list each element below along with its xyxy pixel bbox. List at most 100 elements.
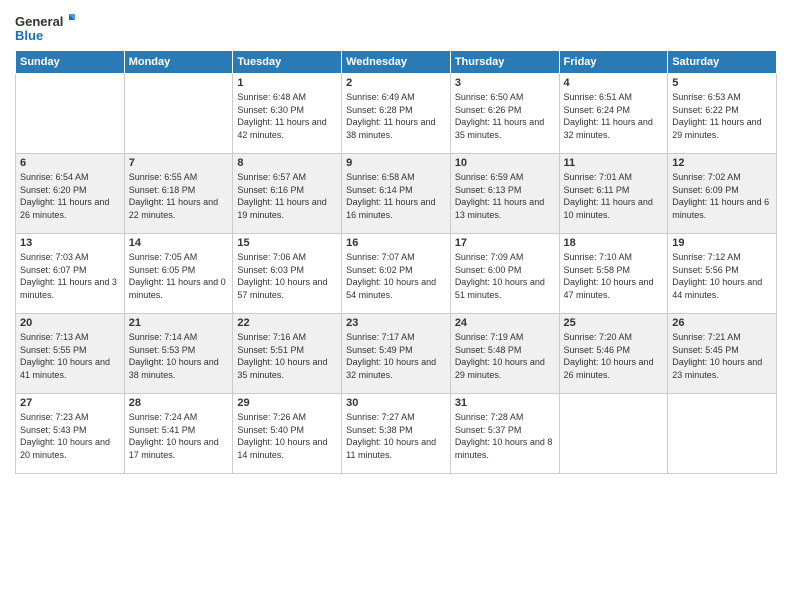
logo-svg: General Blue	[15, 10, 75, 46]
calendar-cell: 20 Sunrise: 7:13 AM Sunset: 5:55 PM Dayli…	[16, 314, 125, 394]
calendar-cell: 11 Sunrise: 7:01 AM Sunset: 6:11 PM Dayli…	[559, 154, 668, 234]
calendar-cell: 22 Sunrise: 7:16 AM Sunset: 5:51 PM Dayli…	[233, 314, 342, 394]
table-row: 13 Sunrise: 7:03 AM Sunset: 6:07 PM Dayli…	[16, 234, 777, 314]
svg-text:General: General	[15, 14, 63, 29]
day-number: 2	[346, 77, 446, 89]
calendar-cell: 25 Sunrise: 7:20 AM Sunset: 5:46 PM Dayli…	[559, 314, 668, 394]
calendar-cell: 4 Sunrise: 6:51 AM Sunset: 6:24 PM Daylig…	[559, 74, 668, 154]
day-number: 6	[20, 157, 120, 169]
day-info: Sunrise: 6:59 AM Sunset: 6:13 PM Dayligh…	[455, 171, 555, 221]
day-number: 30	[346, 397, 446, 409]
calendar-cell: 7Sunrise: 6:55 AM Sunset: 6:18 PM Daylig…	[124, 154, 233, 234]
calendar-cell: 5 Sunrise: 6:53 AM Sunset: 6:22 PM Daylig…	[668, 74, 777, 154]
day-number: 24	[455, 317, 555, 329]
day-number: 11	[564, 157, 664, 169]
calendar-cell: 15 Sunrise: 7:06 AM Sunset: 6:03 PM Dayli…	[233, 234, 342, 314]
col-monday: Monday	[124, 51, 233, 74]
day-number: 26	[672, 317, 772, 329]
day-number: 27	[20, 397, 120, 409]
day-number: 14	[129, 237, 229, 249]
calendar-cell: 13 Sunrise: 7:03 AM Sunset: 6:07 PM Dayli…	[16, 234, 125, 314]
calendar-container: General Blue Sunday Monday Tuesday Wedne…	[0, 0, 792, 484]
day-number: 8	[237, 157, 337, 169]
day-number: 12	[672, 157, 772, 169]
day-number: 5	[672, 77, 772, 89]
calendar-cell: 12 Sunrise: 7:02 AM Sunset: 6:09 PM Dayli…	[668, 154, 777, 234]
day-number: 1	[237, 77, 337, 89]
day-number: 20	[20, 317, 120, 329]
day-info: Sunrise: 7:16 AM Sunset: 5:51 PM Dayligh…	[237, 331, 337, 381]
day-info: Sunrise: 7:01 AM Sunset: 6:11 PM Dayligh…	[564, 171, 664, 221]
logo: General Blue	[15, 10, 75, 46]
day-info: Sunrise: 7:23 AM Sunset: 5:43 PM Dayligh…	[20, 411, 120, 461]
table-row: 6 Sunrise: 6:54 AM Sunset: 6:20 PM Daylig…	[16, 154, 777, 234]
calendar-cell: 19 Sunrise: 7:12 AM Sunset: 5:56 PM Dayli…	[668, 234, 777, 314]
calendar-cell: 27 Sunrise: 7:23 AM Sunset: 5:43 PM Dayli…	[16, 394, 125, 474]
calendar-cell: 10 Sunrise: 6:59 AM Sunset: 6:13 PM Dayli…	[450, 154, 559, 234]
col-wednesday: Wednesday	[342, 51, 451, 74]
day-number: 15	[237, 237, 337, 249]
calendar-cell: 26 Sunrise: 7:21 AM Sunset: 5:45 PM Dayli…	[668, 314, 777, 394]
calendar-cell: 21Sunrise: 7:14 AM Sunset: 5:53 PM Dayli…	[124, 314, 233, 394]
table-row: 20 Sunrise: 7:13 AM Sunset: 5:55 PM Dayli…	[16, 314, 777, 394]
day-info: Sunrise: 7:28 AM Sunset: 5:37 PM Dayligh…	[455, 411, 555, 461]
calendar-cell	[559, 394, 668, 474]
calendar-cell: 29Sunrise: 7:26 AM Sunset: 5:40 PM Dayli…	[233, 394, 342, 474]
calendar-cell	[668, 394, 777, 474]
calendar-cell: 24Sunrise: 7:19 AM Sunset: 5:48 PM Dayli…	[450, 314, 559, 394]
calendar-cell: 23Sunrise: 7:17 AM Sunset: 5:49 PM Dayli…	[342, 314, 451, 394]
day-number: 22	[237, 317, 337, 329]
day-number: 10	[455, 157, 555, 169]
day-info: Sunrise: 7:12 AM Sunset: 5:56 PM Dayligh…	[672, 251, 772, 301]
calendar-cell	[124, 74, 233, 154]
day-info: Sunrise: 7:24 AM Sunset: 5:41 PM Dayligh…	[129, 411, 229, 461]
calendar-cell: 31Sunrise: 7:28 AM Sunset: 5:37 PM Dayli…	[450, 394, 559, 474]
day-number: 18	[564, 237, 664, 249]
day-number: 17	[455, 237, 555, 249]
day-info: Sunrise: 6:57 AM Sunset: 6:16 PM Dayligh…	[237, 171, 337, 221]
day-number: 16	[346, 237, 446, 249]
day-info: Sunrise: 7:10 AM Sunset: 5:58 PM Dayligh…	[564, 251, 664, 301]
day-number: 21	[129, 317, 229, 329]
svg-text:Blue: Blue	[15, 28, 43, 43]
day-info: Sunrise: 7:20 AM Sunset: 5:46 PM Dayligh…	[564, 331, 664, 381]
header: General Blue	[15, 10, 777, 46]
col-tuesday: Tuesday	[233, 51, 342, 74]
day-info: Sunrise: 7:02 AM Sunset: 6:09 PM Dayligh…	[672, 171, 772, 221]
day-number: 4	[564, 77, 664, 89]
day-info: Sunrise: 7:03 AM Sunset: 6:07 PM Dayligh…	[20, 251, 120, 301]
day-number: 29	[237, 397, 337, 409]
day-info: Sunrise: 6:49 AM Sunset: 6:28 PM Dayligh…	[346, 91, 446, 141]
col-sunday: Sunday	[16, 51, 125, 74]
calendar-cell: 9 Sunrise: 6:58 AM Sunset: 6:14 PM Daylig…	[342, 154, 451, 234]
day-info: Sunrise: 7:06 AM Sunset: 6:03 PM Dayligh…	[237, 251, 337, 301]
day-info: Sunrise: 6:50 AM Sunset: 6:26 PM Dayligh…	[455, 91, 555, 141]
table-row: 1Sunrise: 6:48 AM Sunset: 6:30 PM Daylig…	[16, 74, 777, 154]
col-thursday: Thursday	[450, 51, 559, 74]
calendar-cell: 1Sunrise: 6:48 AM Sunset: 6:30 PM Daylig…	[233, 74, 342, 154]
day-info: Sunrise: 6:53 AM Sunset: 6:22 PM Dayligh…	[672, 91, 772, 141]
day-info: Sunrise: 6:54 AM Sunset: 6:20 PM Dayligh…	[20, 171, 120, 221]
day-info: Sunrise: 7:21 AM Sunset: 5:45 PM Dayligh…	[672, 331, 772, 381]
day-info: Sunrise: 7:09 AM Sunset: 6:00 PM Dayligh…	[455, 251, 555, 301]
day-number: 19	[672, 237, 772, 249]
calendar-cell: 14 Sunrise: 7:05 AM Sunset: 6:05 PM Dayli…	[124, 234, 233, 314]
day-number: 25	[564, 317, 664, 329]
day-number: 23	[346, 317, 446, 329]
calendar-cell: 3 Sunrise: 6:50 AM Sunset: 6:26 PM Daylig…	[450, 74, 559, 154]
day-number: 9	[346, 157, 446, 169]
day-number: 3	[455, 77, 555, 89]
day-info: Sunrise: 7:05 AM Sunset: 6:05 PM Dayligh…	[129, 251, 229, 301]
calendar-cell: 28Sunrise: 7:24 AM Sunset: 5:41 PM Dayli…	[124, 394, 233, 474]
calendar-cell: 8 Sunrise: 6:57 AM Sunset: 6:16 PM Daylig…	[233, 154, 342, 234]
day-number: 13	[20, 237, 120, 249]
day-info: Sunrise: 6:51 AM Sunset: 6:24 PM Dayligh…	[564, 91, 664, 141]
calendar-cell: 30Sunrise: 7:27 AM Sunset: 5:38 PM Dayli…	[342, 394, 451, 474]
day-info: Sunrise: 6:58 AM Sunset: 6:14 PM Dayligh…	[346, 171, 446, 221]
col-friday: Friday	[559, 51, 668, 74]
day-number: 7	[129, 157, 229, 169]
header-row: Sunday Monday Tuesday Wednesday Thursday…	[16, 51, 777, 74]
calendar-cell: 6 Sunrise: 6:54 AM Sunset: 6:20 PM Daylig…	[16, 154, 125, 234]
calendar-cell: 17 Sunrise: 7:09 AM Sunset: 6:00 PM Dayli…	[450, 234, 559, 314]
day-info: Sunrise: 7:13 AM Sunset: 5:55 PM Dayligh…	[20, 331, 120, 381]
